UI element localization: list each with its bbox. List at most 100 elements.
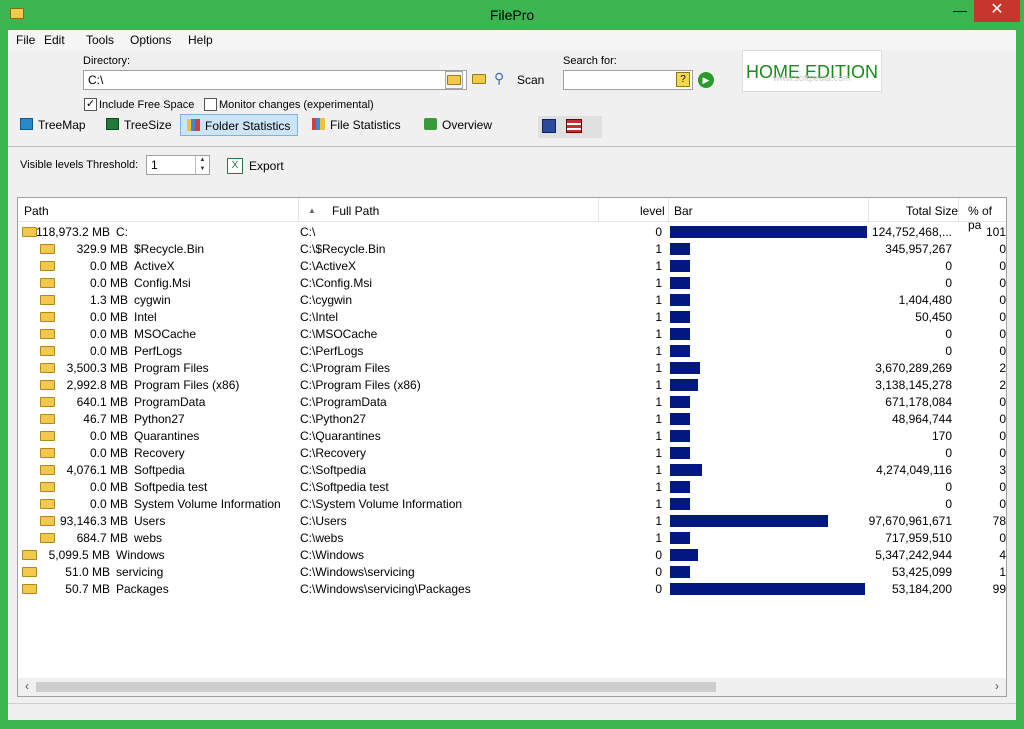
- tab-treesize[interactable]: TreeSize: [100, 114, 182, 136]
- list-icon[interactable]: [566, 119, 582, 133]
- row-level: 1: [655, 361, 662, 375]
- monitor-changes-checkbox[interactable]: [204, 98, 217, 111]
- table-row[interactable]: 0.0 MB Quarantines C:\Quarantines 1 170 0: [18, 427, 1006, 444]
- menu-options[interactable]: Options: [130, 33, 171, 47]
- bar-chart-icon: [187, 119, 200, 131]
- row-total-size: 345,957,267: [885, 242, 952, 256]
- folder-icon: [40, 533, 55, 543]
- tab-treemap[interactable]: TreeMap: [14, 114, 96, 136]
- row-level: 1: [655, 463, 662, 477]
- row-level: 1: [655, 310, 662, 324]
- size-bar: [670, 413, 690, 425]
- size-bar: [670, 498, 690, 510]
- table-row[interactable]: 0.0 MB PerfLogs C:\PerfLogs 1 0 0: [18, 342, 1006, 359]
- table-row[interactable]: 0.0 MB System Volume Information C:\System…: [18, 495, 1006, 512]
- scroll-right-icon[interactable]: ›: [990, 679, 1004, 693]
- spinner-arrows[interactable]: ▲ ▼: [195, 156, 209, 174]
- row-percent: 0: [999, 310, 1006, 324]
- menu-help[interactable]: Help: [188, 33, 213, 47]
- size-bar: [670, 345, 690, 357]
- include-free-space-checkbox[interactable]: ✓: [84, 98, 97, 111]
- browse-button[interactable]: [445, 71, 463, 89]
- col-level[interactable]: level: [640, 204, 665, 218]
- menu-file[interactable]: File: [16, 33, 35, 47]
- table-row[interactable]: 0.0 MB Config.Msi C:\Config.Msi 1 0 0: [18, 274, 1006, 291]
- row-percent: 78: [992, 514, 1006, 528]
- row-total-size: 124,752,468,...: [871, 225, 952, 239]
- export-icon[interactable]: X: [227, 158, 243, 174]
- scan-button[interactable]: Scan: [517, 73, 544, 87]
- table-row[interactable]: 0.0 MB Intel C:\Intel 1 50,450 0: [18, 308, 1006, 325]
- table-row[interactable]: 0.0 MB ActiveX C:\ActiveX 1 0 0: [18, 257, 1006, 274]
- table-row[interactable]: 0.0 MB Recovery C:\Recovery 1 0 0: [18, 444, 1006, 461]
- directory-input[interactable]: C:\: [83, 70, 467, 90]
- menu-tools[interactable]: Tools: [86, 33, 114, 47]
- table-row[interactable]: 1.3 MB cygwin C:\cygwin 1 1,404,480 0: [18, 291, 1006, 308]
- menu-edit[interactable]: Edit: [44, 33, 65, 47]
- col-path[interactable]: Path: [24, 204, 49, 218]
- row-total-size: 0: [945, 344, 952, 358]
- threshold-spinner[interactable]: 1 ▲ ▼: [146, 155, 210, 175]
- table-row[interactable]: 51.0 MB servicing C:\Windows\servicing 0 53,…: [18, 563, 1006, 580]
- size-bar: [670, 430, 690, 442]
- save-icon[interactable]: [542, 119, 556, 133]
- row-percent: 0: [999, 480, 1006, 494]
- col-full-path[interactable]: Full Path: [332, 204, 379, 218]
- horizontal-scrollbar[interactable]: ‹ ›: [18, 678, 1006, 696]
- row-percent: 0: [999, 446, 1006, 460]
- row-total-size: 0: [945, 497, 952, 511]
- search-input[interactable]: [563, 70, 693, 90]
- table-row[interactable]: 329.9 MB $Recycle.Bin C:\$Recycle.Bin 1 345,…: [18, 240, 1006, 257]
- row-total-size: 0: [945, 259, 952, 273]
- table-row[interactable]: 684.7 MB webs C:\webs 1 717,959,510 0: [18, 529, 1006, 546]
- help-icon[interactable]: ?: [676, 72, 690, 87]
- folder-icon: [40, 244, 55, 254]
- row-percent: 3: [999, 463, 1006, 477]
- open-folder-icon[interactable]: [472, 74, 486, 84]
- folder-icon: [40, 295, 55, 305]
- table-row[interactable]: 93,146.3 MB Users C:\Users 1 97,670,961,671 7…: [18, 512, 1006, 529]
- include-free-space-label: Include Free Space: [99, 99, 195, 111]
- scroll-thumb[interactable]: [36, 682, 716, 692]
- table-header: Path ▲ Full Path level Bar Total Size % …: [18, 198, 1006, 232]
- table-row[interactable]: 50.7 MB Packages C:\Windows\servicing\Pack…: [18, 580, 1006, 597]
- row-level: 1: [655, 429, 662, 443]
- table-row[interactable]: 0.0 MB Softpedia test C:\Softpedia test 1 0 0: [18, 478, 1006, 495]
- row-full-path: C:\Recovery: [300, 446, 367, 460]
- row-percent: 4: [999, 548, 1006, 562]
- tab-overview[interactable]: Overview: [418, 114, 512, 136]
- size-bar: [670, 226, 867, 238]
- table-row[interactable]: 118,973.2 MB C: C:\ 0 124,752,468,... 101: [18, 223, 1006, 240]
- scan-magnifier-icon[interactable]: ⚲: [494, 70, 504, 87]
- col-total-size[interactable]: Total Size: [906, 204, 958, 218]
- title-bar[interactable]: FilePro — ✕: [0, 0, 1024, 30]
- table-row[interactable]: 2,992.8 MB Program Files (x86) C:\Program …: [18, 376, 1006, 393]
- export-button[interactable]: Export: [249, 159, 284, 173]
- minimize-button[interactable]: —: [944, 0, 976, 22]
- tab-folder-statistics[interactable]: Folder Statistics: [180, 114, 298, 136]
- table-row[interactable]: 640.1 MB ProgramData C:\ProgramData 1 671,17…: [18, 393, 1006, 410]
- folder-icon: [22, 550, 37, 560]
- row-level: 1: [655, 259, 662, 273]
- table-row[interactable]: 0.0 MB MSOCache C:\MSOCache 1 0 0: [18, 325, 1006, 342]
- row-percent: 0: [999, 395, 1006, 409]
- table-row[interactable]: 3,500.3 MB Program Files C:\Program Files 1…: [18, 359, 1006, 376]
- scroll-left-icon[interactable]: ‹: [20, 679, 34, 693]
- col-bar[interactable]: Bar: [674, 204, 693, 218]
- go-button[interactable]: ▶: [698, 72, 714, 88]
- size-bar: [670, 447, 690, 459]
- search-label: Search for:: [563, 55, 617, 67]
- row-total-size: 97,670,961,671: [868, 514, 952, 528]
- row-total-size: 5,347,242,944: [875, 548, 952, 562]
- folder-icon: [40, 278, 55, 288]
- row-size: 5,099.5 MB: [48, 548, 110, 562]
- table-row[interactable]: 46.7 MB Python27 C:\Python27 1 48,964,744 0: [18, 410, 1006, 427]
- row-total-size: 0: [945, 276, 952, 290]
- folder-icon: [40, 397, 55, 407]
- size-bar: [670, 481, 690, 493]
- table-row[interactable]: 5,099.5 MB Windows C:\Windows 0 5,347,242,94…: [18, 546, 1006, 563]
- tab-file-statistics[interactable]: File Statistics: [306, 114, 410, 136]
- row-size: 0.0 MB: [89, 276, 128, 290]
- close-button[interactable]: ✕: [974, 0, 1020, 22]
- table-row[interactable]: 4,076.1 MB Softpedia C:\Softpedia 1 4,274,04…: [18, 461, 1006, 478]
